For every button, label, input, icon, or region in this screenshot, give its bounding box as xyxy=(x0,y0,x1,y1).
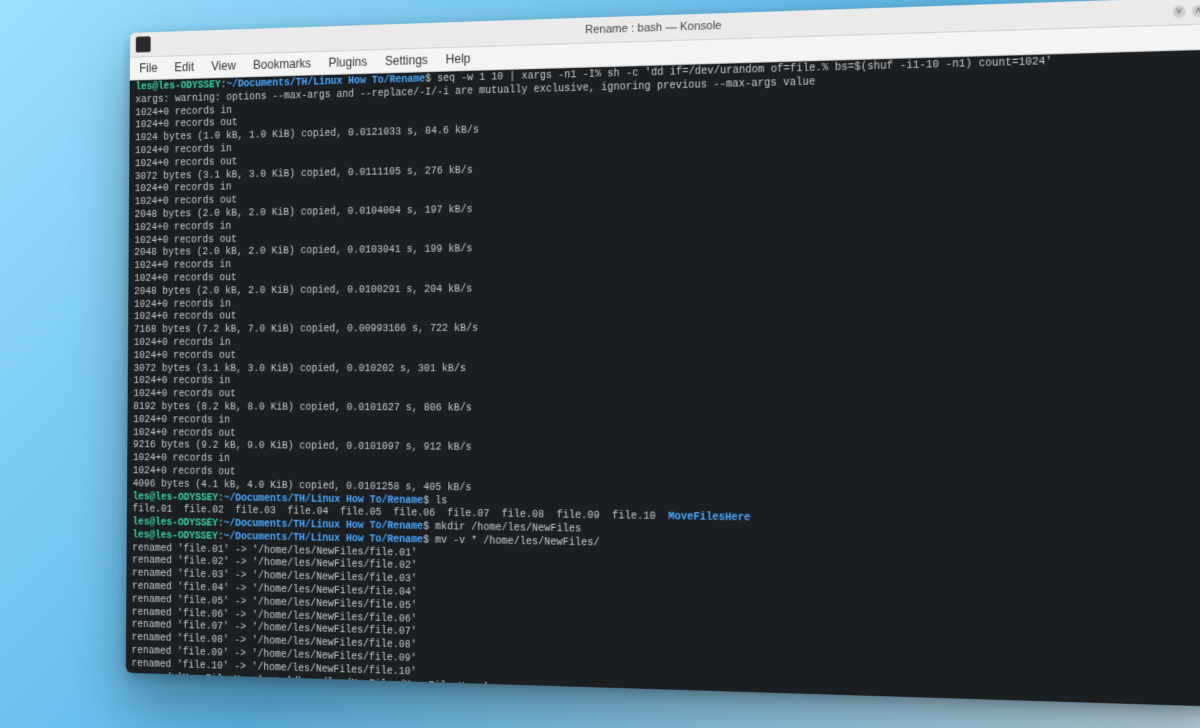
prompt-path: ~/Documents/TH/Linux How To/Rename xyxy=(223,687,423,705)
prompt-user: les@les-ODYSSEY xyxy=(135,80,220,93)
menu-bookmarks[interactable]: Bookmarks xyxy=(253,56,311,72)
prompt-user: les@les-ODYSSEY xyxy=(132,530,218,543)
prompt-user: les@les-ODYSSEY xyxy=(131,684,217,698)
output-line: 1024+0 records out xyxy=(135,157,238,170)
menu-edit[interactable]: Edit xyxy=(174,60,194,75)
terminal-area[interactable]: les@les-ODYSSEY:~/Documents/TH/Linux How… xyxy=(126,49,1200,707)
output-line: 1024+0 records in xyxy=(133,376,230,387)
menu-settings[interactable]: Settings xyxy=(385,53,428,69)
output-line: 1024+0 records out xyxy=(134,273,237,285)
cmd-mv: mv -v * /home/les/NewFiles/ xyxy=(429,535,600,549)
cursor xyxy=(434,694,441,706)
output-line: 1024+0 records out xyxy=(133,466,236,478)
output-line: 1024+0 records in xyxy=(133,415,230,427)
output-line: 1024+0 records in xyxy=(134,299,231,311)
app-icon xyxy=(136,36,151,52)
output-line: 1024+0 records in xyxy=(133,453,230,465)
cmd-mkdir: mkdir /home/les/NewFiles xyxy=(429,522,581,536)
prompt-path: ~/Documents/TH/Linux How To/Rename xyxy=(224,532,424,547)
menu-help[interactable]: Help xyxy=(446,51,471,66)
output-line: 1024+0 records out xyxy=(134,312,237,324)
output-line: 1024+0 records in xyxy=(135,183,232,196)
window-title: Rename : bash — Konsole xyxy=(585,19,722,36)
output-line: 1024+0 records in xyxy=(134,221,231,233)
konsole-window: Rename : bash — Konsole ˅ ˄ × File Edit … xyxy=(126,0,1200,707)
output-line: 1024+0 records out xyxy=(134,234,237,246)
output-line: 1024+0 records in xyxy=(134,338,231,349)
maximize-button[interactable]: ˄ xyxy=(1192,4,1200,17)
output-line: 1024+0 records out xyxy=(134,351,237,362)
output-line: 1024+0 records out xyxy=(135,118,238,131)
output-line: 1024+0 records in xyxy=(135,105,232,118)
menu-view[interactable]: View xyxy=(211,59,236,74)
output-line: 2048 bytes (2.0 kB, 2.0 KiB) copied, 0.0… xyxy=(134,244,472,259)
output-line: 1024+0 records in xyxy=(135,144,232,157)
output-line: 2048 bytes (2.0 kB, 2.0 KiB) copied, 0.0… xyxy=(134,284,472,298)
output-line: 7168 bytes (7.2 kB, 7.0 KiB) copied, 0.0… xyxy=(134,324,478,336)
output-line: 3072 bytes (3.1 kB, 3.0 KiB) copied, 0.0… xyxy=(133,364,465,375)
prompt-user: les@les-ODYSSEY xyxy=(132,517,218,529)
prompt-path: ~/Documents/TH/Linux How To/Rename xyxy=(224,493,424,507)
output-line: 9216 bytes (9.2 kB, 9.0 KiB) copied, 0.0… xyxy=(133,440,472,454)
prompt-path: ~/Documents/TH/Linux How To/Rename xyxy=(224,519,424,533)
ls-directory: MoveFilesHere xyxy=(668,512,750,525)
output-line: 8192 bytes (8.2 kB, 8.0 KiB) copied, 0.0… xyxy=(133,402,472,415)
output-line: 1024+0 records out xyxy=(133,389,236,400)
prompt-user: les@les-ODYSSEY xyxy=(133,492,219,504)
output-line: 1024+0 records out xyxy=(133,428,236,440)
menu-file[interactable]: File xyxy=(139,61,157,76)
minimize-button[interactable]: ˅ xyxy=(1173,5,1186,18)
menu-plugins[interactable]: Plugins xyxy=(329,55,368,70)
output-line: 1024+0 records in xyxy=(134,260,231,272)
output-line: 1024+0 records out xyxy=(135,196,238,209)
cmd-ls: ls xyxy=(429,495,447,507)
